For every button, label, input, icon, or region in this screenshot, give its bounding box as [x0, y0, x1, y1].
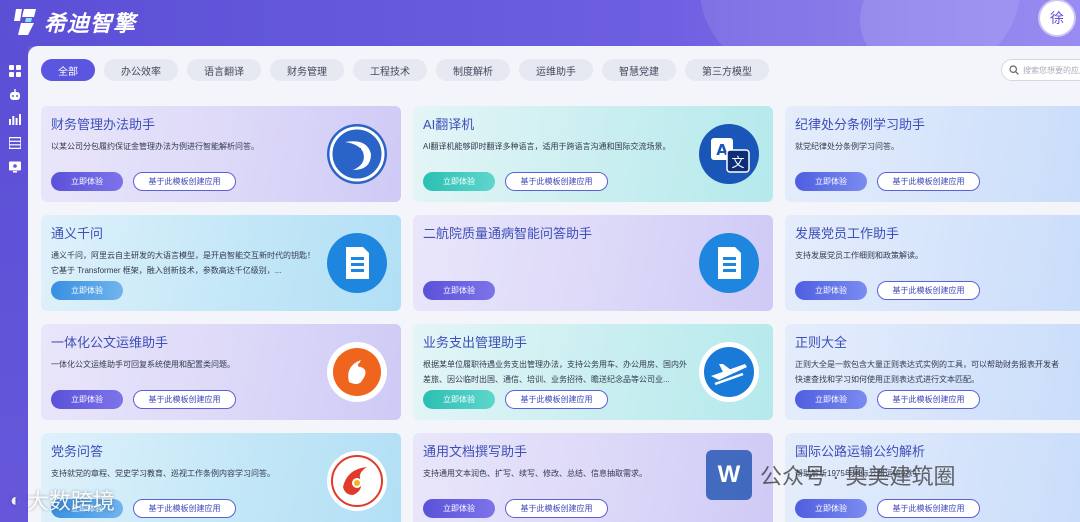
- app-card[interactable]: 业务支出管理助手 根据某单位履职待遇业务支出管理办法，支持公务用车、办公用房、国…: [413, 324, 773, 420]
- airplane-icon: [699, 342, 759, 402]
- search-icon: [1009, 65, 1019, 75]
- filter-office[interactable]: 办公效率: [104, 59, 178, 81]
- card-description: 就党纪律处分条例学习问答。: [795, 142, 899, 151]
- category-filters: 全部 办公效率 语言翻译 财务管理 工程技术 制度解析 运维助手 智慧党建 第三…: [41, 59, 769, 81]
- search-box[interactable]: [1001, 59, 1080, 81]
- app-card[interactable]: 二航院质量通病智能问答助手 立即体验: [413, 215, 773, 311]
- filter-engineering[interactable]: 工程技术: [353, 59, 427, 81]
- try-now-button[interactable]: 立即体验: [795, 390, 867, 409]
- card-description: 一体化公文运维助手可回复系统使用和配置类问题。: [51, 360, 235, 369]
- watermark-text: 大数跨境: [26, 489, 115, 514]
- filter-party[interactable]: 智慧党建: [602, 59, 676, 81]
- filter-finance[interactable]: 财务管理: [270, 59, 344, 81]
- filter-all[interactable]: 全部: [41, 59, 95, 81]
- try-now-button[interactable]: 立即体验: [795, 281, 867, 300]
- list-icon[interactable]: [8, 136, 21, 149]
- try-now-button[interactable]: 立即体验: [51, 172, 123, 191]
- create-from-template-button[interactable]: 基于此模板创建应用: [877, 281, 980, 300]
- try-now-button[interactable]: 立即体验: [423, 390, 495, 409]
- app-card[interactable]: 正则大全 正则大全是一款包含大量正则表达式实例的工具，可以帮助财务报表开发者快速…: [785, 324, 1080, 420]
- card-title: 纪律处分条例学习助手: [795, 117, 926, 132]
- try-now-button[interactable]: 立即体验: [795, 172, 867, 191]
- grid-icon[interactable]: [8, 64, 21, 77]
- chart-icon[interactable]: [8, 112, 21, 125]
- monitor-icon[interactable]: [8, 160, 21, 173]
- card-description: 以某公司分包履约保证金管理办法为例进行智能解析问答。: [51, 142, 259, 151]
- try-now-button[interactable]: 立即体验: [795, 499, 867, 518]
- create-from-template-button[interactable]: 基于此模板创建应用: [133, 172, 236, 191]
- create-from-template-button[interactable]: 基于此模板创建应用: [133, 390, 236, 409]
- try-now-button[interactable]: 立即体验: [423, 499, 495, 518]
- app-card[interactable]: 一体化公文运维助手 一体化公文运维助手可回复系统使用和配置类问题。 立即体验 基…: [41, 324, 401, 420]
- app-card[interactable]: 发展党员工作助手 支持发展党员工作细则和政策解读。 立即体验 基于此模板创建应用: [785, 215, 1080, 311]
- watermark-logo-icon: ◐: [10, 489, 21, 510]
- logo-mark-icon: [14, 9, 36, 35]
- card-description: 通义千问，阿里云自主研发的大语言模型，是开启智能交互新时代的钥匙！它基于 Tra…: [51, 251, 315, 275]
- create-from-template-button[interactable]: 基于此模板创建应用: [505, 172, 608, 191]
- translate-icon: A 文: [699, 124, 759, 184]
- filter-third-party[interactable]: 第三方模型: [685, 59, 769, 81]
- create-from-template-button[interactable]: 基于此模板创建应用: [133, 499, 236, 518]
- try-now-button[interactable]: 立即体验: [51, 281, 123, 300]
- filter-translation[interactable]: 语言翻译: [187, 59, 261, 81]
- try-now-button[interactable]: 立即体验: [51, 390, 123, 409]
- create-from-template-button[interactable]: 基于此模板创建应用: [505, 499, 608, 518]
- svg-text:文: 文: [731, 156, 744, 171]
- card-description: 正则大全是一款包含大量正则表达式实例的工具，可以帮助财务报表开发者快速查找和学习…: [795, 360, 1059, 384]
- search-input[interactable]: [1023, 65, 1080, 75]
- card-description: AI翻译机能够即时翻译多种语言，适用于跨语言沟通和国际交流场景。: [423, 142, 671, 151]
- app-card[interactable]: 财务管理办法助手 以某公司分包履约保证金管理办法为例进行智能解析问答。 立即体验…: [41, 106, 401, 202]
- create-from-template-button[interactable]: 基于此模板创建应用: [877, 499, 980, 518]
- try-now-button[interactable]: 立即体验: [423, 172, 495, 191]
- phoenix-icon: [327, 342, 387, 402]
- app-card[interactable]: AI翻译机 AI翻译机能够即时翻译多种语言，适用于跨语言沟通和国际交流场景。 立…: [413, 106, 773, 202]
- word-doc-icon: W: [706, 450, 752, 500]
- card-description: 支持通用文本润色、扩写、续写、修改、总结、信息抽取需求。: [423, 469, 647, 478]
- card-description: 支持发展党员工作细则和政策解读。: [795, 251, 923, 260]
- card-description: 根据某单位履职待遇业务支出管理办法，支持公务用车、办公用房、国内外差旅、因公临时…: [423, 360, 687, 384]
- party-emblem-icon: [327, 451, 387, 511]
- document-icon: [699, 233, 759, 293]
- app-card[interactable]: 纪律处分条例学习助手 就党纪律处分条例学习问答。 立即体验 基于此模板创建应用: [785, 106, 1080, 202]
- left-rail: [0, 46, 28, 522]
- filter-ops[interactable]: 运维助手: [519, 59, 593, 81]
- watermark-right: W 公众号 · 奥美建筑圈: [706, 450, 956, 500]
- logo-text: 希迪智擎: [44, 12, 137, 37]
- create-from-template-button[interactable]: 基于此模板创建应用: [505, 390, 608, 409]
- create-from-template-button[interactable]: 基于此模板创建应用: [877, 172, 980, 191]
- document-icon: [327, 233, 387, 293]
- watermark-text: 公众号 · 奥美建筑圈: [760, 464, 956, 489]
- spiral-logo-icon: [327, 124, 387, 184]
- user-avatar[interactable]: 徐: [1040, 1, 1074, 35]
- app-card[interactable]: 通义千问 通义千问，阿里云自主研发的大语言模型，是开启智能交互新时代的钥匙！它基…: [41, 215, 401, 311]
- robot-icon[interactable]: [8, 88, 21, 101]
- create-from-template-button[interactable]: 基于此模板创建应用: [877, 390, 980, 409]
- card-title: 发展党员工作助手: [795, 226, 900, 241]
- filter-policy[interactable]: 制度解析: [436, 59, 510, 81]
- try-now-button[interactable]: 立即体验: [423, 281, 495, 300]
- top-bar: 希迪智擎 徐: [0, 0, 1080, 46]
- app-logo[interactable]: 希迪智擎: [12, 6, 136, 38]
- card-title: 正则大全: [795, 335, 848, 350]
- card-description: [423, 248, 691, 278]
- watermark-left: ◐ 大数跨境: [10, 484, 115, 516]
